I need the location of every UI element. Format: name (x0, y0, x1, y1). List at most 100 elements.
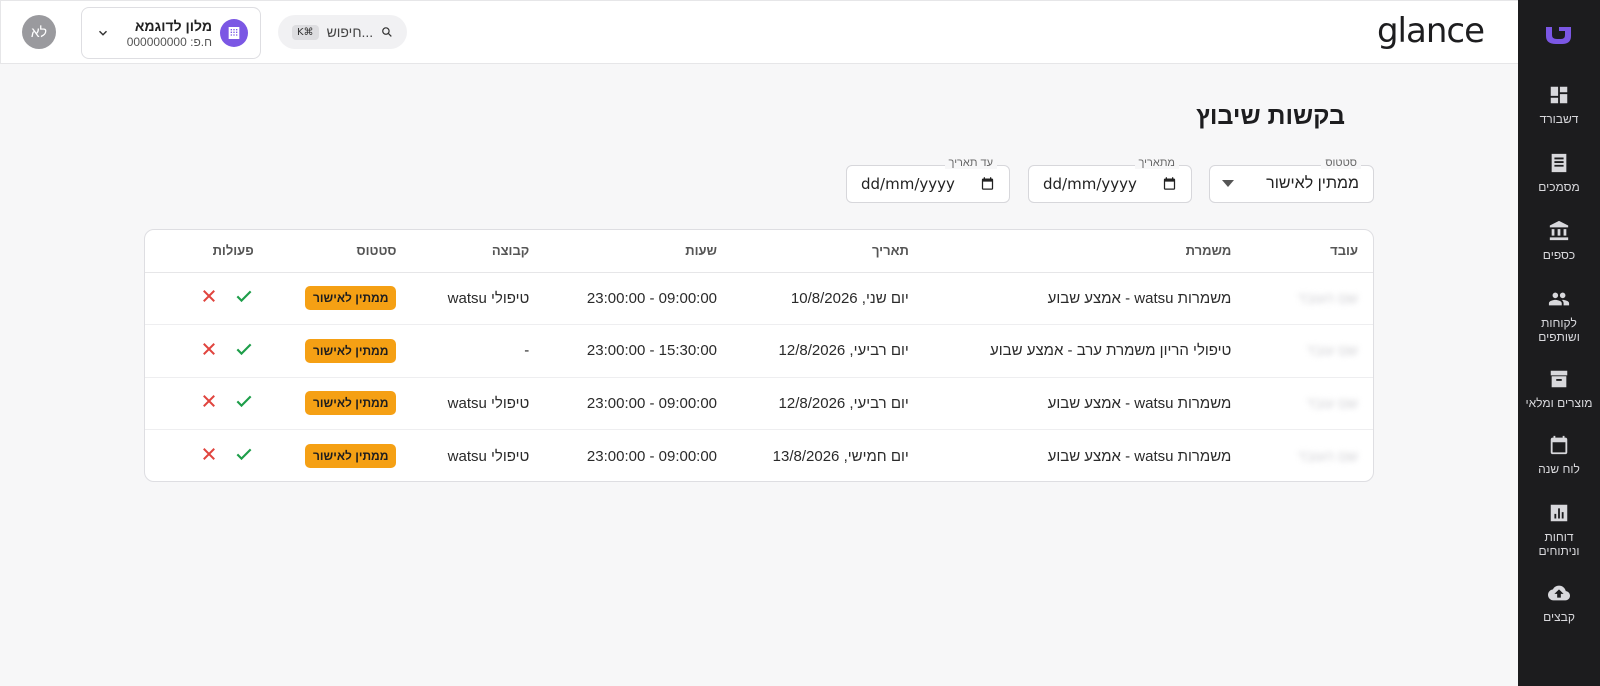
sidebar-item-label: כספים (1542, 248, 1576, 262)
group-cell: טיפולי watsu (411, 377, 545, 430)
row-actions (200, 444, 254, 464)
status-badge: ממתין לאישור (305, 338, 397, 363)
date-cell: יום רביעי, 12/8/2026 (732, 324, 924, 378)
approve-button[interactable] (234, 391, 254, 411)
sidebar-item-reports[interactable]: דוחות וניתוחים (1518, 502, 1600, 558)
sidebar-item-label: לוח שנה (1538, 462, 1580, 476)
column-header-hours[interactable]: שעות (544, 230, 733, 273)
building-icon (220, 19, 248, 47)
hours-cell: 09:00:00 - 23:00:00 (544, 272, 733, 325)
sidebar-item-label: דוחות וניתוחים (1538, 530, 1580, 558)
business-id: ח.פ: 000000000 (126, 34, 212, 49)
column-header-group[interactable]: קבוצה (411, 230, 545, 273)
shift-cell: טיפולי הריון משמרת ערב - אמצע שבוע (923, 324, 1247, 378)
sidebar-item-label: מסמכים (1538, 180, 1580, 194)
status-badge: ממתין לאישור (305, 444, 397, 468)
hours-cell: 09:00:00 - 23:00:00 (544, 377, 733, 430)
cloud-upload-icon (1548, 585, 1570, 601)
from-date-label: מתאריך (1134, 157, 1179, 169)
group-cell: - (411, 324, 545, 378)
employee-name: שם עובד (1306, 342, 1358, 359)
brand-logo[interactable]: glance (1377, 11, 1485, 51)
status-badge: ממתין לאישור (305, 286, 397, 311)
shift-cell: משמרות watsu - אמצע שבוע (923, 377, 1247, 430)
calendar-icon[interactable] (980, 176, 995, 191)
app-logo[interactable] (1518, 0, 1600, 70)
check-icon (236, 448, 252, 461)
status-badge: ממתין לאישור (305, 391, 397, 416)
top-bar: glance לא מלון לדוגמא ח.פ: 000000000 K⌘ … (0, 0, 1518, 64)
date-cell: יום רביעי, 12/8/2026 (732, 377, 924, 430)
column-header-actions: פעולות (145, 230, 269, 273)
calendar-icon[interactable] (1162, 176, 1177, 191)
check-icon (236, 343, 252, 355)
table-row: שם עובד משמרות watsu - אמצע שבוע יום רבי… (145, 377, 1373, 430)
status-filter-value: ממתין לאישור (1266, 175, 1359, 192)
employee-name: שם העובד (1297, 289, 1358, 306)
sidebar-item-finance[interactable]: כספים (1518, 220, 1600, 262)
shift-cell: משמרות watsu - אמצע שבוע (923, 272, 1247, 325)
table-row: שם העובד משמרות watsu - אמצע שבוע יום שנ… (145, 272, 1373, 325)
chevron-down-icon (98, 30, 108, 36)
business-info: מלון לדוגמא ח.פ: 000000000 (110, 17, 212, 50)
search-placeholder: חיפוש... (326, 24, 374, 40)
shift-cell: משמרות watsu - אמצע שבוע (1047, 447, 1232, 465)
business-name: מלון לדוגמא (134, 17, 212, 34)
approve-button[interactable] (234, 286, 254, 306)
table-header-row: עובד משמרת תאריך שעות קבוצה סטטוס פעולות (145, 230, 1373, 273)
sidebar-item-files[interactable]: קבצים (1518, 582, 1600, 624)
date-cell: יום שני, 10/8/2026 (732, 272, 924, 325)
close-icon (202, 395, 215, 408)
bank-icon (1549, 220, 1569, 241)
close-icon (202, 290, 215, 303)
sidebar-item-products[interactable]: מוצרים ומלאי (1518, 368, 1600, 410)
table-row: שם עובד טיפולי הריון משמרת ערב - אמצע שב… (145, 324, 1373, 378)
requests-table-card: עובד משמרת תאריך שעות קבוצה סטטוס פעולות… (144, 229, 1374, 482)
logo-icon (1546, 27, 1571, 44)
keyboard-shortcut-hint: K⌘ (292, 24, 319, 40)
date-cell: יום חמישי, 13/8/2026 (772, 447, 909, 465)
approve-button[interactable] (234, 339, 254, 359)
close-icon (202, 342, 215, 355)
approve-button[interactable] (234, 444, 254, 464)
column-header-status[interactable]: סטטוס (268, 230, 412, 273)
sidebar-item-documents[interactable]: מסמכים (1518, 152, 1600, 194)
group-cell: טיפולי watsu (447, 447, 530, 465)
check-icon (236, 290, 252, 303)
check-icon (236, 395, 252, 408)
sidebar-item-dashboard[interactable]: דשבורד (1518, 84, 1600, 126)
document-icon (1551, 153, 1567, 173)
reject-button[interactable] (200, 340, 218, 358)
to-date-value: dd/mm/yyyy (861, 175, 955, 193)
reject-button[interactable] (200, 287, 218, 305)
from-date-field[interactable]: מתאריך dd/mm/yyyy (1028, 157, 1192, 203)
requests-table: עובד משמרת תאריך שעות קבוצה סטטוס פעולות… (145, 230, 1373, 482)
row-actions (200, 286, 254, 306)
reject-button[interactable] (200, 392, 218, 410)
to-date-field[interactable]: עד תאריך dd/mm/yyyy (846, 157, 1010, 203)
page-title: בקשות שיבוץ (1196, 102, 1345, 130)
sidebar-item-label: קבצים (1543, 610, 1575, 624)
avatar[interactable]: לא (22, 15, 56, 49)
row-actions (200, 339, 254, 359)
sidebar-item-label: מוצרים ומלאי (1525, 396, 1593, 410)
column-header-shift[interactable]: משמרת (923, 230, 1247, 273)
sidebar: דשבורד מסמכים כספים לקוחות ושותפים מוצרי… (1518, 0, 1600, 686)
hours-cell: 09:00:00 - 23:00:00 (586, 447, 718, 465)
row-actions (200, 391, 254, 411)
table-row: שם העובד משמרות watsu - אמצע שבוע יום חמ… (145, 430, 1373, 482)
reject-button[interactable] (200, 445, 218, 463)
status-filter[interactable]: סטטוס ממתין לאישור (1209, 157, 1374, 203)
people-icon (1548, 292, 1570, 306)
business-selector[interactable]: מלון לדוגמא ח.פ: 000000000 (81, 7, 261, 59)
column-header-date[interactable]: תאריך (732, 230, 924, 273)
dropdown-arrow-icon (1222, 180, 1234, 187)
sidebar-item-label: דשבורד (1539, 112, 1579, 126)
employee-name: שם העובד (1297, 447, 1358, 464)
search-input[interactable]: K⌘ חיפוש... (278, 15, 407, 49)
sidebar-item-customers[interactable]: לקוחות ושותפים (1518, 288, 1600, 344)
sidebar-item-calendar[interactable]: לוח שנה (1518, 434, 1600, 476)
column-header-employee[interactable]: עובד (1246, 230, 1373, 273)
hours-cell: 15:30:00 - 23:00:00 (544, 324, 733, 378)
dashboard-icon (1550, 86, 1568, 104)
